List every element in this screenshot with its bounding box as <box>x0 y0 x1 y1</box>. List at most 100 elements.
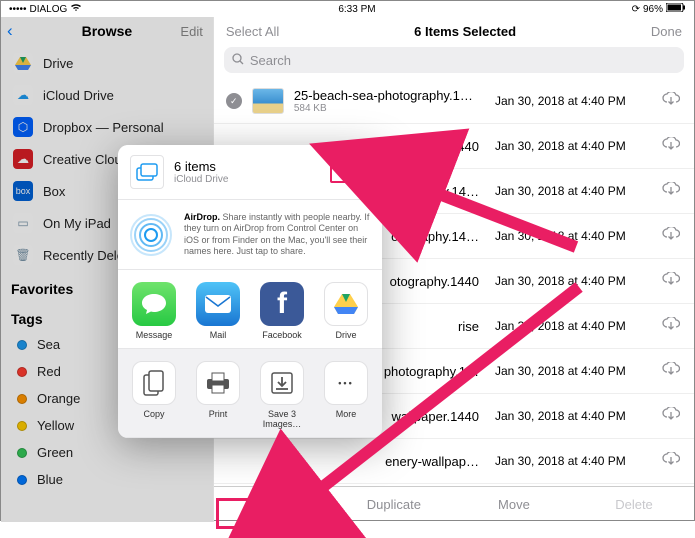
action-copy[interactable]: Copy <box>122 361 186 429</box>
share-app-message[interactable]: Message <box>122 282 186 340</box>
page-title: 6 Items Selected <box>414 24 516 39</box>
download-cloud-icon[interactable] <box>660 227 682 246</box>
file-date: Jan 30, 2018 at 4:40 PM <box>495 139 650 153</box>
copy-icon <box>132 361 176 405</box>
share-sheet: 6 items iCloud Drive +Tag AirDrop. Share… <box>118 145 382 438</box>
file-date: Jan 30, 2018 at 4:40 PM <box>495 94 650 108</box>
sidebar-item-drive[interactable]: Drive <box>1 47 213 79</box>
tag-green[interactable]: Green <box>1 439 213 466</box>
select-all-button[interactable]: Select All <box>226 24 279 39</box>
share-app-facebook[interactable]: f Facebook <box>250 282 314 340</box>
trash-icon: 🗑 <box>13 245 33 265</box>
share-app-mail[interactable]: Mail <box>186 282 250 340</box>
file-date: Jan 30, 2018 at 4:40 PM <box>495 364 650 378</box>
sidebar-item-dropbox[interactable]: ⬡Dropbox — Personal <box>1 111 213 143</box>
tag-label: Green <box>37 445 73 460</box>
box-icon: box <box>13 181 33 201</box>
file-name: 25-beach-sea-photography.1… <box>294 88 485 103</box>
app-label: Mail <box>210 330 227 340</box>
airdrop-icon[interactable] <box>130 214 172 256</box>
battery-icon <box>666 3 686 15</box>
file-name: wallpaper.1440 <box>384 409 479 424</box>
print-icon <box>196 361 240 405</box>
app-label: Message <box>136 330 173 340</box>
action-label: Save 3 Images… <box>263 409 302 429</box>
carrier-label: DIALOG <box>30 4 68 15</box>
download-cloud-icon[interactable] <box>660 317 682 336</box>
ipad-icon: ▭ <box>13 213 33 233</box>
file-date: Jan 30, 2018 at 4:40 PM <box>495 229 650 243</box>
file-name: otography.14… <box>384 184 479 199</box>
search-icon <box>232 53 244 68</box>
mail-icon <box>196 282 240 326</box>
action-print[interactable]: Print <box>186 361 250 429</box>
search-placeholder: Search <box>250 53 291 68</box>
creative-cloud-icon: ☁ <box>13 149 33 169</box>
duplicate-button[interactable]: Duplicate <box>334 487 454 522</box>
file-row[interactable]: enery-wallpap…Jan 30, 2018 at 4:40 PM <box>214 439 694 484</box>
action-more[interactable]: •••More <box>314 361 378 429</box>
file-name: rise <box>384 319 479 334</box>
wifi-icon <box>70 3 82 15</box>
sidebar-item-icloud[interactable]: ☁ iCloud Drive <box>1 79 213 111</box>
file-name: otography.14… <box>384 229 479 244</box>
sidebar-title: Browse <box>82 23 133 39</box>
items-title: 6 items <box>174 159 320 174</box>
tag-label: Orange <box>37 391 80 406</box>
selected-check-icon[interactable]: ✓ <box>226 93 242 109</box>
cloud-icon: ☁ <box>13 85 33 105</box>
items-subtitle: iCloud Drive <box>174 174 320 185</box>
download-cloud-icon[interactable] <box>660 137 682 156</box>
edit-button[interactable]: Edit <box>180 24 202 39</box>
done-button[interactable]: Done <box>651 24 682 39</box>
tag-dot-icon <box>17 367 27 377</box>
airdrop-text: AirDrop. Share instantly with people nea… <box>184 212 370 257</box>
file-date: Jan 30, 2018 at 4:40 PM <box>495 454 650 468</box>
tag-dot-icon <box>17 340 27 350</box>
share-app-drive[interactable]: Drive <box>314 282 378 340</box>
tag-blue[interactable]: Blue <box>1 466 213 493</box>
file-row[interactable]: ✓ 25-beach-sea-photography.1…584 KB Jan 30… <box>214 79 694 124</box>
app-label: Facebook <box>262 330 302 340</box>
download-cloud-icon[interactable] <box>660 92 682 111</box>
file-date: Jan 30, 2018 at 4:40 PM <box>495 274 650 288</box>
bottom-toolbar: Share Duplicate Move Delete <box>214 486 694 522</box>
file-name: otography.1440 <box>384 274 479 289</box>
add-tag-button[interactable]: +Tag <box>330 161 370 183</box>
download-cloud-icon[interactable] <box>660 362 682 381</box>
share-button[interactable]: Share <box>214 487 334 522</box>
file-name: photography.1… <box>384 364 479 379</box>
download-cloud-icon[interactable] <box>660 407 682 426</box>
items-stack-icon <box>130 155 164 189</box>
save-image-icon <box>260 361 304 405</box>
action-label: Copy <box>143 409 164 419</box>
back-icon[interactable]: ‹ <box>7 21 13 41</box>
app-label: Drive <box>335 330 356 340</box>
download-cloud-icon[interactable] <box>660 182 682 201</box>
orientation-lock-icon: ⟳ <box>632 4 640 15</box>
tag-label: Red <box>37 364 61 379</box>
download-cloud-icon[interactable] <box>660 452 682 471</box>
delete-button[interactable]: Delete <box>574 487 694 522</box>
signal-icon: ••••• <box>9 4 27 15</box>
action-save-images[interactable]: Save 3 Images… <box>250 361 314 429</box>
drive-icon <box>324 282 368 326</box>
file-size: 584 KB <box>294 103 485 114</box>
sidebar-item-label: Drive <box>43 56 73 71</box>
file-thumbnail-icon <box>252 88 284 114</box>
tag-dot-icon <box>17 475 27 485</box>
sidebar-item-label: iCloud Drive <box>43 88 114 103</box>
search-input[interactable]: Search <box>224 47 684 73</box>
move-button[interactable]: Move <box>454 487 574 522</box>
tag-dot-icon <box>17 421 27 431</box>
facebook-icon: f <box>260 282 304 326</box>
tag-label: Sea <box>37 337 60 352</box>
drive-icon <box>13 53 33 73</box>
file-date: Jan 30, 2018 at 4:40 PM <box>495 409 650 423</box>
more-icon: ••• <box>324 361 368 405</box>
dropbox-icon: ⬡ <box>13 117 33 137</box>
action-label: Print <box>209 409 228 419</box>
file-date: Jan 30, 2018 at 4:40 PM <box>495 184 650 198</box>
download-cloud-icon[interactable] <box>660 272 682 291</box>
clock: 6:33 PM <box>338 4 375 15</box>
